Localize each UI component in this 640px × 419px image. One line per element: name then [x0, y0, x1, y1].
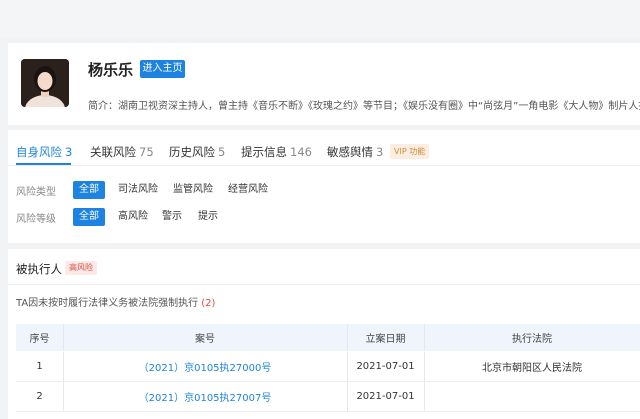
col-header-case-no: 案号	[195, 334, 215, 345]
filter-option-judicial[interactable]: 司法风险	[112, 181, 164, 199]
filter-label: 风险类型	[16, 187, 56, 198]
filter-option-warning[interactable]: 警示	[156, 208, 188, 226]
filter-option-regulatory[interactable]: 监管风险	[167, 181, 219, 199]
court-name	[424, 382, 640, 411]
col-header-index: 序号	[29, 334, 50, 345]
col-header-date: 立案日期	[365, 334, 406, 345]
enter-home-button[interactable]: 进入主页	[140, 60, 185, 78]
table-header: 序号 案号 立案日期 执行法院	[16, 324, 640, 351]
case-number-link[interactable]: （2021）京0105执27000号	[63, 352, 347, 381]
section-description: TA因未按时履行法律义务被法院强制执行 (2)	[16, 298, 216, 309]
filter-label: 风险等级	[16, 214, 56, 225]
row-index: 2	[36, 391, 43, 402]
table-row: 1 （2021）京0105执27000号 2021-07-01 北京市朝阳区人民…	[16, 352, 640, 382]
filing-date: 2021-07-01	[356, 361, 415, 372]
filter-option-high[interactable]: 高风险	[112, 208, 154, 226]
filter-option-tip[interactable]: 提示	[192, 208, 224, 226]
profile-card: 杨乐乐 进入主页 简介：湖南卫视资深主持人，曾主持《音乐不断》《玫瑰之约》等节目…	[8, 43, 640, 125]
tab-history-risk[interactable]: 历史风险 5	[169, 144, 225, 160]
divider	[8, 284, 640, 285]
section-title: 被执行人	[16, 262, 62, 276]
person-name: 杨乐乐	[88, 61, 134, 79]
high-risk-badge: 高风险	[65, 261, 97, 275]
table-row: 2 （2021）京0105执27007号 2021-07-01	[16, 382, 640, 412]
tab-sensitive-opinion[interactable]: 敏感舆情 3	[327, 144, 383, 160]
case-number-link[interactable]: （2021）京0105执27007号	[63, 382, 347, 411]
filter-option-all[interactable]: 全部	[73, 208, 105, 226]
divider	[8, 165, 640, 166]
tab-related-risk[interactable]: 关联风险 75	[90, 144, 154, 160]
row-index: 1	[36, 361, 43, 372]
risk-panel: 自身风险 3 关联风险 75 历史风险 5 提示信息 146 敏感舆情 3 VIP 功能 …	[8, 130, 640, 243]
record-count: (2)	[201, 298, 216, 309]
executed-person-section: 被执行人 高风险 TA因未按时履行法律义务被法院强制执行 (2) 序号 案号 立案…	[8, 249, 640, 419]
filter-option-business[interactable]: 经营风险	[222, 181, 274, 199]
tab-self-risk[interactable]: 自身风险 3	[16, 144, 72, 160]
court-name: 北京市朝阳区人民法院	[482, 363, 582, 374]
bio-text: 简介：湖南卫视资深主持人，曾主持《音乐不断》《玫瑰之约》等节目；《娱乐没有圈》中…	[88, 101, 640, 112]
avatar	[21, 59, 69, 107]
filing-date: 2021-07-01	[356, 391, 415, 402]
tab-tip-info[interactable]: 提示信息 146	[241, 144, 312, 160]
vip-badge: VIP 功能	[390, 144, 430, 159]
col-header-court: 执行法院	[512, 334, 552, 345]
top-bar	[0, 0, 640, 38]
filter-option-all[interactable]: 全部	[73, 181, 105, 199]
